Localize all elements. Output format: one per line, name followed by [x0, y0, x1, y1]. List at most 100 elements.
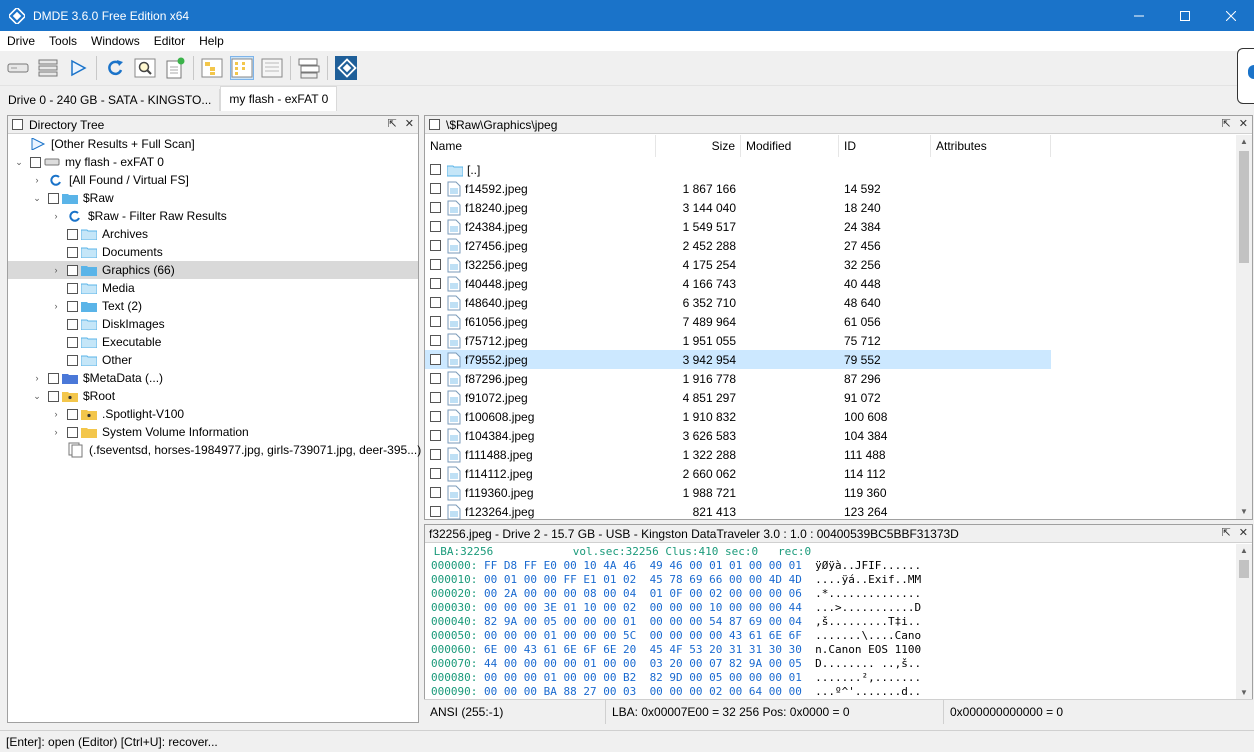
hex-row[interactable]: 000050: 00 00 00 01 00 00 00 5C 00 00 00… [431, 629, 921, 643]
tree-item-root[interactable]: ⌄ $Root [8, 387, 418, 405]
hex-bytes[interactable]: 01 0F 00 02 00 00 00 06 [650, 587, 802, 600]
hex-row[interactable]: 000000: FF D8 FF E0 00 10 4A 46 49 46 00… [431, 559, 921, 573]
tree-checkbox[interactable] [48, 192, 59, 204]
close-pane-icon[interactable]: ✕ [405, 117, 414, 130]
hex-row[interactable]: 000060: 6E 00 43 61 6E 6F 6E 20 45 4F 53… [431, 643, 921, 657]
tree-item-archives[interactable]: Archives [8, 225, 418, 243]
hex-ascii[interactable]: ...>...........D [815, 601, 921, 614]
file-row[interactable]: f79552.jpeg 3 942 954 79 552 [425, 350, 1051, 369]
scrollbar-thumb[interactable] [1239, 560, 1249, 578]
tree-checkbox[interactable] [30, 156, 41, 168]
file-checkbox[interactable] [430, 240, 441, 251]
hex-bytes[interactable]: 00 00 00 00 43 61 6E 6F [650, 629, 802, 642]
tree-checkbox[interactable] [67, 426, 78, 438]
menu-drive[interactable]: Drive [0, 34, 42, 48]
tree-checkbox[interactable] [48, 372, 59, 384]
tree-item-metadata[interactable]: › $MetaData (...) [8, 369, 418, 387]
file-checkbox[interactable] [430, 392, 441, 403]
maximize-button[interactable] [1162, 0, 1208, 31]
hex-bytes[interactable]: 00 00 00 BA 88 27 00 03 [484, 685, 636, 698]
file-row[interactable]: f75712.jpeg 1 951 055 75 712 [425, 331, 1051, 350]
file-row[interactable]: f123264.jpeg 821 413 123 264 [425, 502, 1051, 521]
hex-ascii[interactable]: ÿØÿà..JFIF...... [815, 559, 921, 572]
tree-checkbox[interactable] [48, 390, 59, 402]
tree-checkbox[interactable] [67, 300, 78, 312]
file-row[interactable]: f91072.jpeg 4 851 297 91 072 [425, 388, 1051, 407]
hex-ascii[interactable]: ....ÿá..Exif..MM [815, 573, 921, 586]
tree-checkbox[interactable] [67, 282, 78, 294]
file-checkbox[interactable] [430, 278, 441, 289]
column-name[interactable]: Name [425, 135, 656, 157]
close-pane-icon[interactable]: ✕ [1239, 526, 1248, 539]
tree-item-spotlight[interactable]: › .Spotlight-V100 [8, 405, 418, 423]
chevron-right-icon[interactable]: › [32, 175, 42, 185]
hex-ascii[interactable]: D........ ..,š.. [815, 657, 921, 670]
hex-bytes[interactable]: 00 00 00 01 00 00 00 B2 [484, 671, 636, 684]
chevron-right-icon[interactable]: › [51, 301, 61, 311]
file-row[interactable]: f18240.jpeg 3 144 040 18 240 [425, 198, 1051, 217]
hex-row[interactable]: 000040: 82 9A 00 05 00 00 00 01 00 00 00… [431, 615, 921, 629]
hex-bytes[interactable]: 82 9A 00 05 00 00 00 01 [484, 615, 636, 628]
file-checkbox[interactable] [430, 354, 441, 365]
file-checkbox[interactable] [430, 411, 441, 422]
close-pane-icon[interactable]: ✕ [1239, 117, 1248, 130]
tab-drive-0[interactable]: Drive 0 - 240 GB - SATA - KINGSTO... [0, 89, 221, 111]
file-row[interactable]: f87296.jpeg 1 916 778 87 296 [425, 369, 1051, 388]
tree-checkbox[interactable] [67, 264, 78, 276]
tree-view-button[interactable] [200, 56, 224, 80]
scroll-up-icon[interactable]: ▲ [1236, 544, 1252, 558]
new-file-button[interactable] [163, 56, 187, 80]
tree-item-executable[interactable]: Executable [8, 333, 418, 351]
chevron-right-icon[interactable]: › [51, 409, 61, 419]
file-checkbox[interactable] [430, 430, 441, 441]
menu-windows[interactable]: Windows [84, 34, 147, 48]
chevron-right-icon[interactable]: › [51, 211, 61, 221]
column-size[interactable]: Size [656, 135, 741, 157]
hex-row[interactable]: 000070: 44 00 00 00 00 01 00 00 03 20 00… [431, 657, 921, 671]
file-checkbox[interactable] [430, 297, 441, 308]
tree-checkbox[interactable] [67, 336, 78, 348]
tree-checkbox[interactable] [67, 318, 78, 330]
file-checkbox[interactable] [430, 259, 441, 270]
tree-item-raw-filter[interactable]: › $Raw - Filter Raw Results [8, 207, 418, 225]
file-checkbox[interactable] [430, 487, 441, 498]
hex-bytes[interactable]: 00 2A 00 00 00 08 00 04 [484, 587, 636, 600]
minimize-button[interactable] [1116, 0, 1162, 31]
file-list-scrollbar[interactable]: ▲ ▼ [1236, 135, 1252, 519]
panels-button[interactable] [297, 56, 321, 80]
chevron-down-icon[interactable]: ⌄ [32, 193, 42, 204]
tree-item-all-found[interactable]: › [All Found / Virtual FS] [8, 171, 418, 189]
scroll-down-icon[interactable]: ▼ [1236, 505, 1252, 519]
file-row[interactable]: f114112.jpeg 2 660 062 114 112 [425, 464, 1051, 483]
hex-row[interactable]: 000020: 00 2A 00 00 00 08 00 04 01 0F 00… [431, 587, 921, 601]
hex-bytes[interactable]: 82 9D 00 05 00 00 00 01 [650, 671, 802, 684]
hex-ascii[interactable]: ...º^'.......d.. [815, 685, 921, 698]
hex-bytes[interactable]: 45 78 69 66 00 00 4D 4D [650, 573, 802, 586]
file-row[interactable]: f48640.jpeg 6 352 710 48 640 [425, 293, 1051, 312]
search-button[interactable] [133, 56, 157, 80]
tree-item-text[interactable]: › Text (2) [8, 297, 418, 315]
hex-bytes[interactable]: 03 20 00 07 82 9A 00 05 [650, 657, 802, 670]
file-row[interactable]: f32256.jpeg 4 175 254 32 256 [425, 255, 1051, 274]
path-checkbox[interactable] [429, 119, 440, 130]
file-row[interactable]: f104384.jpeg 3 626 583 104 384 [425, 426, 1051, 445]
file-row[interactable]: f14592.jpeg 1 867 166 14 592 [425, 179, 1051, 198]
details-view-button[interactable] [260, 56, 284, 80]
tree-item-system-volume-information[interactable]: › System Volume Information [8, 423, 418, 441]
undock-icon[interactable]: ⇱ [1222, 526, 1231, 539]
tree-item-other[interactable]: Other [8, 351, 418, 369]
file-checkbox[interactable] [430, 183, 441, 194]
tree-item-other-results[interactable]: [Other Results + Full Scan] [8, 135, 418, 153]
dmde-logo-button[interactable] [334, 56, 358, 80]
file-checkbox[interactable] [430, 335, 441, 346]
chevron-right-icon[interactable]: › [51, 265, 61, 275]
hex-bytes[interactable]: 00 00 00 02 00 64 00 00 [650, 685, 802, 698]
refresh-button[interactable] [103, 56, 127, 80]
hex-bytes[interactable]: 00 00 00 3E 01 10 00 02 [484, 601, 636, 614]
menu-help[interactable]: Help [192, 34, 231, 48]
file-checkbox[interactable] [430, 506, 441, 517]
chevron-right-icon[interactable]: › [51, 427, 61, 437]
file-row[interactable]: f119360.jpeg 1 988 721 119 360 [425, 483, 1051, 502]
tree-header-checkbox[interactable] [12, 119, 23, 130]
hex-scrollbar[interactable]: ▲ ▼ [1236, 544, 1252, 700]
